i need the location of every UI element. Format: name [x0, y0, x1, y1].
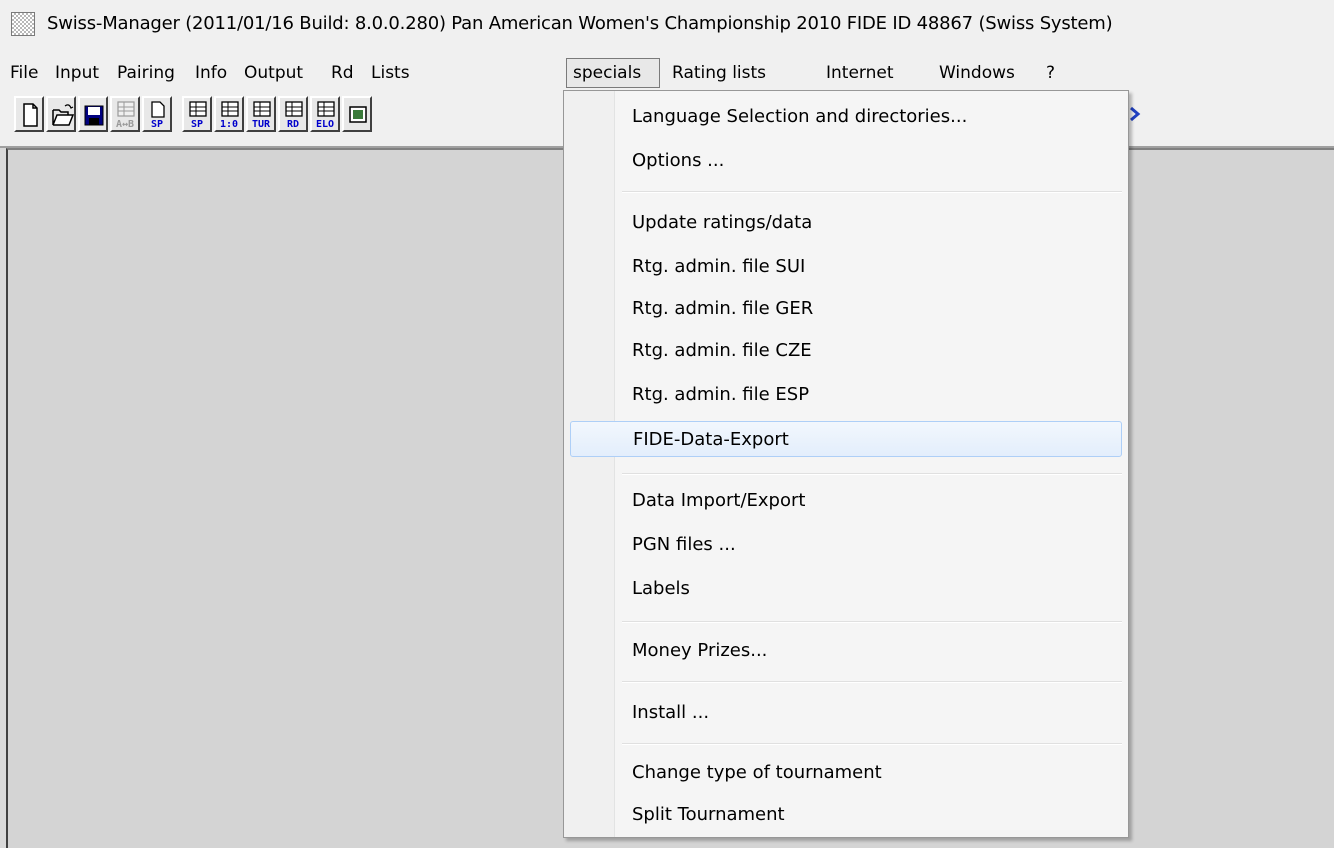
- tournament-button[interactable]: TUR: [246, 96, 276, 132]
- app-icon[interactable]: [11, 12, 35, 36]
- menu-item-money-prizes[interactable]: Money Prizes...: [570, 633, 1122, 669]
- document-icon: [151, 101, 165, 118]
- round-button[interactable]: RD: [278, 96, 308, 132]
- menu-info[interactable]: Info: [195, 58, 227, 88]
- menu-internet[interactable]: Internet: [826, 58, 894, 88]
- menu-item-options[interactable]: Options ...: [570, 143, 1122, 179]
- open-folder-icon: [52, 104, 75, 126]
- screen-button[interactable]: [342, 96, 372, 132]
- window-title: Swiss-Manager (2011/01/16 Build: 8.0.0.2…: [47, 13, 1113, 34]
- menu-separator: [622, 473, 1122, 475]
- menu-windows[interactable]: Windows: [939, 58, 1015, 88]
- starting-list-button[interactable]: SP: [182, 96, 212, 132]
- table-icon: [221, 101, 239, 117]
- menu-item-rtg-sui[interactable]: Rtg. admin. file SUI: [570, 249, 1122, 285]
- toolbar-button-label: A↔B: [115, 119, 135, 130]
- table-icon: [189, 101, 207, 117]
- screen-icon: [349, 106, 367, 123]
- table-icon: [317, 101, 335, 117]
- menu-separator: [622, 621, 1122, 623]
- menu-item-rtg-esp[interactable]: Rtg. admin. file ESP: [570, 377, 1122, 413]
- menu-item-change-tournament-type[interactable]: Change type of tournament: [570, 755, 1122, 791]
- menu-specials[interactable]: specials: [566, 58, 660, 88]
- menu-item-rtg-cze[interactable]: Rtg. admin. file CZE: [570, 333, 1122, 369]
- menu-bar: File Input Pairing Info Output Rd Lists …: [0, 58, 1334, 88]
- menu-separator: [622, 743, 1122, 745]
- save-button[interactable]: [78, 96, 108, 132]
- specials-dropdown-menu: Language Selection and directories... Op…: [563, 90, 1129, 838]
- new-document-button[interactable]: [14, 96, 44, 132]
- menu-input[interactable]: Input: [55, 58, 99, 88]
- new-document-icon: [23, 103, 38, 127]
- menu-separator: [622, 681, 1122, 683]
- menu-output[interactable]: Output: [244, 58, 303, 88]
- results-button[interactable]: 1:0: [214, 96, 244, 132]
- menu-pairing[interactable]: Pairing: [117, 58, 175, 88]
- table-icon: [253, 101, 271, 117]
- table-icon: [285, 101, 303, 117]
- menu-lists[interactable]: Lists: [371, 58, 410, 88]
- menu-rating-lists[interactable]: Rating lists: [672, 58, 766, 88]
- menu-item-update-ratings[interactable]: Update ratings/data: [570, 205, 1122, 241]
- toolbar-button-label: ELO: [315, 119, 335, 130]
- toolbar-button-label: SP: [150, 119, 164, 130]
- toolbar-button-label: SP: [190, 119, 204, 130]
- menu-rd[interactable]: Rd: [331, 58, 354, 88]
- menu-item-split-tournament[interactable]: Split Tournament: [570, 797, 1122, 833]
- menu-help[interactable]: ?: [1046, 58, 1055, 88]
- toolbar-button-label: 1:0: [219, 119, 239, 130]
- menu-item-labels[interactable]: Labels: [570, 571, 1122, 607]
- toolbar-overflow-icon[interactable]: [1128, 104, 1142, 124]
- elo-button[interactable]: ELO: [310, 96, 340, 132]
- menu-item-fide-data-export[interactable]: FIDE-Data-Export: [570, 421, 1122, 457]
- save-disk-icon: [84, 105, 104, 126]
- menu-item-pgn-files[interactable]: PGN files ...: [570, 527, 1122, 563]
- title-bar: Swiss-Manager (2011/01/16 Build: 8.0.0.2…: [0, 0, 1334, 47]
- menu-item-rtg-ger[interactable]: Rtg. admin. file GER: [570, 291, 1122, 327]
- menu-item-language-selection[interactable]: Language Selection and directories...: [570, 99, 1122, 135]
- toolbar-button-label: RD: [286, 119, 300, 130]
- swap-colors-button[interactable]: A↔B: [110, 96, 140, 132]
- toolbar-button-label: TUR: [251, 119, 271, 130]
- open-folder-button[interactable]: [46, 96, 76, 132]
- table-icon: [117, 101, 135, 117]
- starting-list-document-button[interactable]: SP: [142, 96, 172, 132]
- menu-item-data-import-export[interactable]: Data Import/Export: [570, 483, 1122, 519]
- menu-file[interactable]: File: [10, 58, 38, 88]
- menu-item-install[interactable]: Install ...: [570, 695, 1122, 731]
- menu-separator: [622, 191, 1122, 193]
